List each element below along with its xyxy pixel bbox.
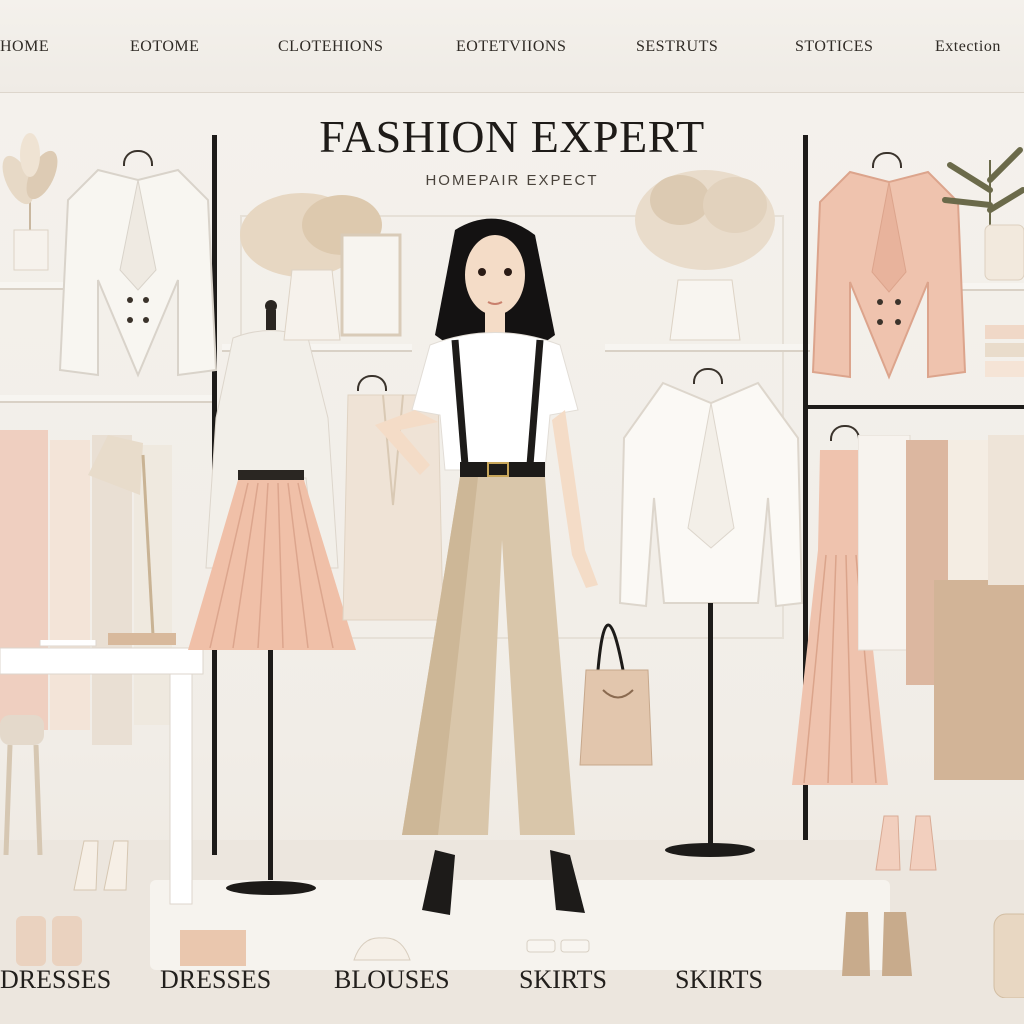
nav-item-clothing[interactable]: CLOTEHIONS [278,36,383,58]
top-navigation: HOME EOTOME CLOTEHIONS EOTETVIIONS SESTR… [0,0,1024,93]
nude-heels-icon[interactable] [872,810,942,875]
ankle-boots-icon[interactable] [840,908,916,978]
nav-item-extection[interactable]: Extection [935,36,1001,58]
nav-item-home[interactable]: HOME [0,36,49,58]
category-dresses[interactable]: DRESSES [0,962,111,998]
stool [0,715,44,855]
right-rack-garments[interactable] [858,435,1024,785]
rack-bar [805,405,1024,409]
vase-decor-icon [635,170,775,341]
shelf [0,395,215,403]
category-skirts-2[interactable]: SKIRTS [675,962,763,998]
lamp-icon [88,435,176,645]
nav-item-eotetviions[interactable]: EOTETVIIONS [456,36,566,58]
flats-product-icon[interactable] [352,932,412,962]
vase-decor-icon [240,193,402,341]
plant-decor-icon [942,147,1024,281]
sandals-product-icon[interactable] [525,938,591,956]
category-dresses-2[interactable]: DRESSES [160,962,271,998]
cream-heels-icon[interactable] [70,835,135,895]
shelf [605,344,810,352]
nav-item-stotices[interactable]: STOTICES [795,36,873,58]
page-title: FASHION EXPERT [319,111,705,162]
category-skirts[interactable]: SKIRTS [519,962,607,998]
ivory-cardigan[interactable] [618,378,804,858]
nav-item-sestruts[interactable]: SESTRUTS [636,36,718,58]
shoe-product-icon[interactable] [14,912,86,967]
nav-item-eotome[interactable]: EOTOME [130,36,199,58]
folded-stack [985,325,1024,377]
mirror-decor-icon [993,913,1024,998]
category-blouses[interactable]: BLOUSES [334,962,450,998]
